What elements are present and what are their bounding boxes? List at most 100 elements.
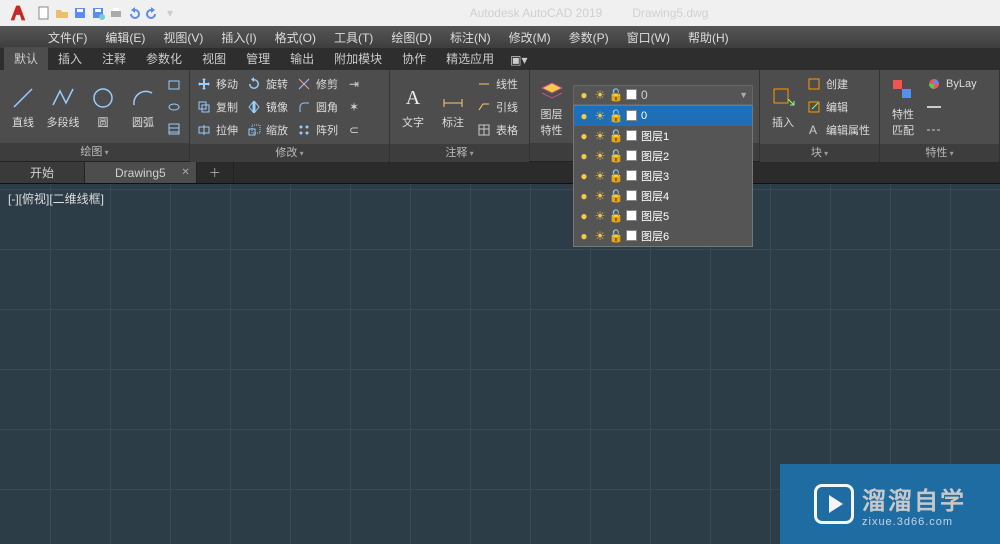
menu-tools[interactable]: 工具(T) <box>326 27 381 48</box>
sun-icon: ☀ <box>594 170 606 182</box>
layer-selected[interactable]: ● ☀ 🔓 0 ▼ <box>573 85 753 105</box>
modify-extra-3[interactable]: ⊂ <box>346 120 362 140</box>
tab-collab[interactable]: 协作 <box>392 47 436 70</box>
save-icon[interactable] <box>72 5 88 21</box>
move-button[interactable]: 移动 <box>196 74 238 94</box>
layer-row[interactable]: ●☀🔓图层3 <box>574 166 752 186</box>
file-tab-start[interactable]: 开始 <box>0 162 85 183</box>
tab-featured[interactable]: 精选应用 <box>436 47 504 70</box>
color-control[interactable]: ByLay <box>926 74 977 94</box>
title-bar: ▾ Autodesk AutoCAD 2019 Drawing5.dwg <box>0 0 1000 26</box>
layer-row[interactable]: ●☀🔓图层6 <box>574 226 752 246</box>
linear-button[interactable]: 线性 <box>476 74 518 94</box>
color-swatch <box>626 170 637 181</box>
panel-block-title[interactable]: 块 <box>760 144 879 162</box>
menu-dim[interactable]: 标注(N) <box>442 27 499 48</box>
menu-edit[interactable]: 编辑(E) <box>97 27 153 48</box>
edit-block-button[interactable]: 编辑 <box>806 97 870 117</box>
tab-parametric[interactable]: 参数化 <box>136 47 192 70</box>
lineweight-control[interactable] <box>926 97 977 117</box>
tab-default[interactable]: 默认 <box>4 47 48 70</box>
saveas-icon[interactable] <box>90 5 106 21</box>
layer-row[interactable]: ●☀🔓图层5 <box>574 206 752 226</box>
stretch-button[interactable]: 拉伸 <box>196 120 238 140</box>
undo-icon[interactable] <box>126 5 142 21</box>
layer-row[interactable]: ●☀🔓图层4 <box>574 186 752 206</box>
redo-icon[interactable] <box>144 5 160 21</box>
app-logo[interactable] <box>4 2 32 24</box>
tab-insert[interactable]: 插入 <box>48 47 92 70</box>
file-tab-drawing[interactable]: Drawing5✕ <box>85 162 197 183</box>
line-icon <box>9 84 37 112</box>
tab-manage[interactable]: 管理 <box>236 47 280 70</box>
menu-draw[interactable]: 绘图(D) <box>383 27 440 48</box>
text-button[interactable]: A 文字 <box>396 84 430 130</box>
panel-draw-title[interactable]: 绘图 <box>0 143 189 161</box>
layer-row[interactable]: ●☀🔓0 <box>574 106 752 126</box>
open-icon[interactable] <box>54 5 70 21</box>
menu-file[interactable]: 文件(F) <box>40 27 95 48</box>
polyline-button[interactable]: 多段线 <box>46 84 80 130</box>
menu-format[interactable]: 格式(O) <box>267 27 324 48</box>
menu-view[interactable]: 视图(V) <box>155 27 211 48</box>
create-block-button[interactable]: 创建 <box>806 74 870 94</box>
fillet-button[interactable]: 圆角 <box>296 97 338 117</box>
draw-extra-1[interactable] <box>166 75 182 95</box>
menu-window[interactable]: 窗口(W) <box>619 27 678 48</box>
panel-properties-title[interactable]: 特性 <box>880 144 999 162</box>
close-tab-icon[interactable]: ✕ <box>181 167 189 178</box>
text-icon: A <box>399 84 427 112</box>
panel-modify-title[interactable]: 修改 <box>190 144 389 162</box>
tab-output[interactable]: 输出 <box>280 47 324 70</box>
lock-icon: 🔓 <box>610 210 622 222</box>
drawing-canvas[interactable]: [-][俯视][二维线框] 溜溜自学 zixue.3d66.com <box>0 184 1000 544</box>
line-button[interactable]: 直线 <box>6 84 40 130</box>
array-button[interactable]: 阵列 <box>296 120 338 140</box>
layer-row[interactable]: ●☀🔓图层2 <box>574 146 752 166</box>
tab-view[interactable]: 视图 <box>192 47 236 70</box>
viewport-label[interactable]: [-][俯视][二维线框] <box>8 190 104 207</box>
leader-button[interactable]: 引线 <box>476 97 518 117</box>
tab-overflow-icon[interactable]: ▣▾ <box>504 50 533 70</box>
layer-properties-button[interactable]: 图层 特性 <box>536 76 567 138</box>
draw-extra-3[interactable] <box>166 119 182 139</box>
panel-modify: 移动 复制 拉伸 旋转 镜像 缩放 修剪 圆角 阵列 ⇥ ✶ ⊂ 修改 <box>190 70 390 161</box>
menu-bar: 文件(F) 编辑(E) 视图(V) 插入(I) 格式(O) 工具(T) 绘图(D… <box>0 26 1000 48</box>
tab-annotate[interactable]: 注释 <box>92 47 136 70</box>
linetype-control[interactable] <box>926 120 977 140</box>
polyline-icon <box>49 84 77 112</box>
modify-extra-1[interactable]: ⇥ <box>346 74 362 94</box>
rotate-button[interactable]: 旋转 <box>246 74 288 94</box>
menu-modify[interactable]: 修改(M) <box>501 27 559 48</box>
tab-addins[interactable]: 附加模块 <box>324 47 392 70</box>
edit-attr-button[interactable]: A编辑属性 <box>806 120 870 140</box>
copy-button[interactable]: 复制 <box>196 97 238 117</box>
mirror-button[interactable]: 镜像 <box>246 97 288 117</box>
qat-more-icon[interactable]: ▾ <box>162 5 178 21</box>
menu-help[interactable]: 帮助(H) <box>680 27 737 48</box>
panel-annotation-title[interactable]: 注释 <box>390 144 529 162</box>
insert-block-button[interactable]: 插入 <box>766 84 800 130</box>
file-tab-new[interactable]: ＋ <box>197 162 234 183</box>
ribbon-tabs: 默认 插入 注释 参数化 视图 管理 输出 附加模块 协作 精选应用 ▣▾ <box>0 48 1000 70</box>
match-properties-button[interactable]: 特性 匹配 <box>886 76 920 138</box>
dim-button[interactable]: 标注 <box>436 84 470 130</box>
menu-param[interactable]: 参数(P) <box>561 27 617 48</box>
scale-button[interactable]: 缩放 <box>246 120 288 140</box>
trim-button[interactable]: 修剪 <box>296 74 338 94</box>
arc-button[interactable]: 圆弧 <box>126 84 160 130</box>
color-swatch <box>626 190 637 201</box>
layer-combo[interactable]: ● ☀ 🔓 0 ▼ ●☀🔓0●☀🔓图层1●☀🔓图层2●☀🔓图层3●☀🔓图层4●☀… <box>573 85 753 105</box>
copy-icon <box>196 99 212 115</box>
plot-icon[interactable] <box>108 5 124 21</box>
trim-icon <box>296 76 312 92</box>
menu-insert[interactable]: 插入(I) <box>213 27 264 48</box>
new-icon[interactable] <box>36 5 52 21</box>
bulb-icon: ● <box>578 110 590 122</box>
modify-extra-2[interactable]: ✶ <box>346 97 362 117</box>
circle-button[interactable]: 圆 <box>86 84 120 130</box>
chevron-down-icon: ▼ <box>739 90 748 100</box>
table-button[interactable]: 表格 <box>476 120 518 140</box>
draw-extra-2[interactable] <box>166 97 182 117</box>
layer-row[interactable]: ●☀🔓图层1 <box>574 126 752 146</box>
